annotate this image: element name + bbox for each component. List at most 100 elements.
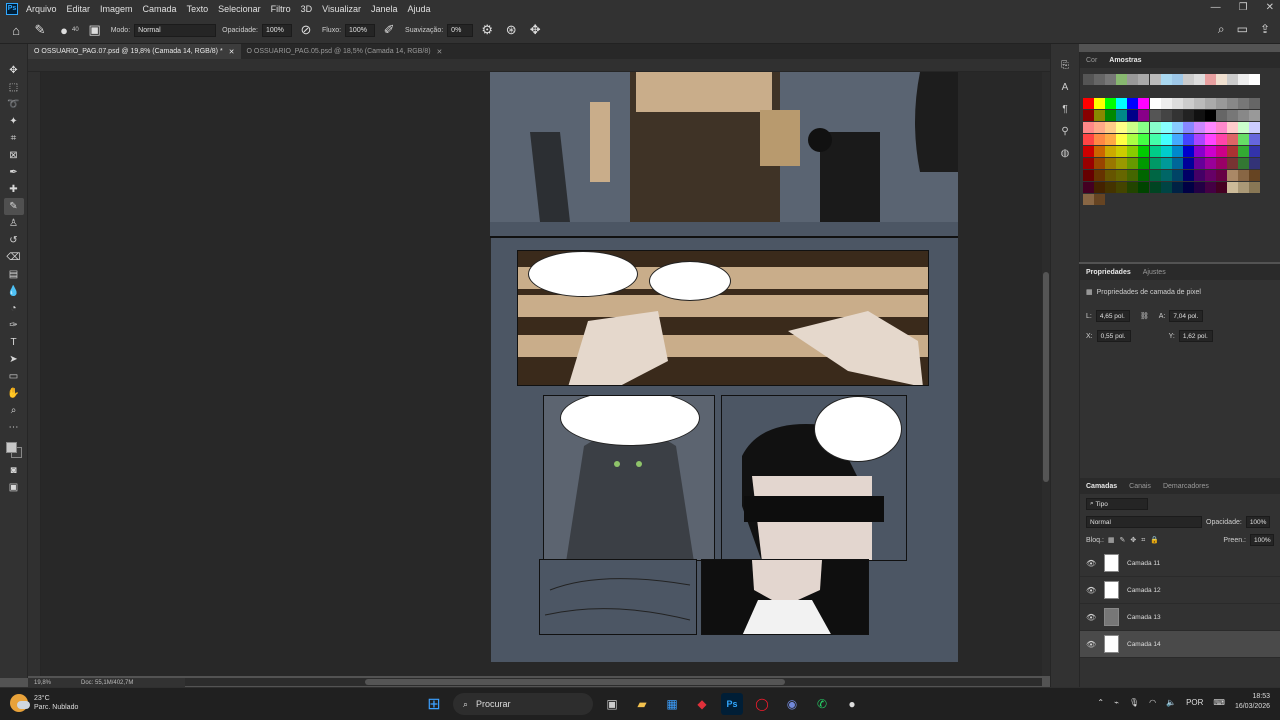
color-swatch[interactable] [1105, 74, 1117, 85]
color-swatch[interactable] [1182, 98, 1194, 109]
color-swatch[interactable] [1094, 182, 1106, 193]
eraser-tool-icon[interactable]: ⌫ [4, 249, 24, 266]
tab-pag07[interactable]: O OSSUARIO_PAG.07.psd @ 19,8% (Camada 14… [28, 44, 241, 59]
color-swatch[interactable] [1160, 74, 1172, 85]
brush-settings-icon[interactable]: ▣ [87, 22, 103, 38]
color-swatch[interactable] [1205, 182, 1217, 193]
hand-tool-icon[interactable]: ✋ [4, 385, 24, 402]
microphone-icon[interactable]: 🎙 [1129, 698, 1139, 707]
color-swatch[interactable] [1171, 74, 1183, 85]
search-icon[interactable]: ⌕ [1218, 22, 1225, 37]
color-swatch[interactable] [1171, 146, 1183, 157]
color-swatch[interactable] [1094, 74, 1106, 85]
color-swatch[interactable] [1216, 74, 1228, 85]
color-swatch[interactable] [1227, 74, 1239, 85]
windows-start-icon[interactable]: ⊞ [423, 693, 445, 715]
menu-editar[interactable]: Editar [67, 4, 91, 14]
quick-select-tool-icon[interactable]: ✦ [4, 113, 24, 130]
app-dark-icon[interactable]: ● [841, 693, 863, 715]
rectangle-tool-icon[interactable]: ▭ [4, 368, 24, 385]
color-swatch[interactable] [1238, 74, 1250, 85]
color-swatch[interactable] [1116, 110, 1128, 121]
color-swatch[interactable] [1205, 98, 1217, 109]
menu-camada[interactable]: Camada [143, 4, 177, 14]
color-swatch[interactable] [1171, 98, 1183, 109]
color-swatch[interactable] [1094, 134, 1106, 145]
color-swatch[interactable] [1127, 74, 1139, 85]
menu-texto[interactable]: Texto [187, 4, 209, 14]
color-swatch[interactable] [1193, 158, 1205, 169]
color-swatch[interactable] [1094, 98, 1106, 109]
color-swatch[interactable] [1171, 122, 1183, 133]
mode-select[interactable]: Normal [134, 23, 217, 37]
color-swatch[interactable] [1083, 122, 1094, 133]
color-swatch[interactable] [1227, 146, 1239, 157]
whatsapp-icon[interactable]: ✆ [811, 693, 833, 715]
smoothing-field[interactable]: 0% [447, 23, 474, 37]
color-swatch[interactable] [1138, 74, 1150, 85]
paragraph-icon[interactable]: ¶ [1058, 102, 1072, 116]
opacity-field[interactable]: 100% [261, 23, 292, 37]
store-icon[interactable]: ▦ [661, 693, 683, 715]
type-tool-icon[interactable]: T [4, 334, 24, 351]
color-swatch[interactable] [1138, 158, 1150, 169]
layer-row-selected[interactable]: 👁 Camada 14 [1080, 631, 1280, 658]
color-swatch[interactable] [1138, 98, 1150, 109]
color-swatch[interactable] [1160, 122, 1172, 133]
color-swatch[interactable] [1238, 182, 1250, 193]
color-swatch[interactable] [1160, 182, 1172, 193]
move-tool-icon[interactable]: ✥ [4, 62, 24, 79]
brush-preset-icon[interactable]: ● [56, 22, 72, 38]
color-swatch[interactable] [1227, 134, 1239, 145]
language-indicator[interactable]: POR [1186, 698, 1203, 707]
color-swatch[interactable] [1171, 110, 1183, 121]
brush-tool-icon[interactable]: ✎ [3, 198, 24, 215]
color-swatch[interactable] [1160, 170, 1172, 181]
layer-row[interactable]: 👁 Camada 11 [1080, 550, 1280, 577]
tab-amostras[interactable]: Amostras [1109, 57, 1141, 64]
link-icon[interactable]: ⛓ [1140, 312, 1149, 320]
color-swatch[interactable] [1182, 122, 1194, 133]
color-swatch[interactable] [1238, 98, 1250, 109]
color-swatch[interactable] [1149, 98, 1161, 109]
color-swatch[interactable] [1138, 110, 1150, 121]
color-swatch[interactable] [1182, 170, 1194, 181]
color-swatch[interactable] [1116, 134, 1128, 145]
color-swatch[interactable] [1094, 146, 1106, 157]
color-swatch[interactable] [1105, 146, 1117, 157]
foreground-color-swatch[interactable] [5, 442, 17, 453]
tab-demarcadores[interactable]: Demarcadores [1163, 483, 1209, 490]
close-icon[interactable]: ✕ [1266, 2, 1274, 13]
color-swatch[interactable] [1249, 182, 1261, 193]
color-swatch[interactable] [1160, 110, 1172, 121]
color-swatch[interactable] [1094, 170, 1106, 181]
color-swatch[interactable] [1138, 122, 1150, 133]
tab-pag05[interactable]: O OSSUARIO_PAG.05.psd @ 18,5% (Camada 14… [241, 44, 449, 59]
color-swatch[interactable] [1083, 74, 1094, 85]
color-swatch[interactable] [1227, 182, 1239, 193]
menu-ajuda[interactable]: Ajuda [408, 4, 431, 14]
layer-filter-select[interactable]: ⌕ Tipo [1086, 498, 1148, 510]
maximize-icon[interactable]: ❐ [1239, 2, 1248, 13]
menu-imagem[interactable]: Imagem [100, 4, 133, 14]
color-swatch[interactable] [1249, 98, 1261, 109]
pen-tool-icon[interactable]: ✑ [4, 317, 24, 334]
color-swatch[interactable] [1149, 122, 1161, 133]
color-swatch[interactable] [1193, 74, 1205, 85]
color-swatch[interactable] [1127, 98, 1139, 109]
menu-visualizar[interactable]: Visualizar [322, 4, 361, 14]
color-swatch[interactable] [1105, 158, 1117, 169]
color-swatch[interactable] [1238, 134, 1250, 145]
layer-row[interactable]: 👁 Camada 13 [1080, 604, 1280, 631]
color-swatch[interactable] [1149, 134, 1161, 145]
screen-mode-icon[interactable]: ▣ [4, 479, 24, 496]
close-tab-icon[interactable]: ✕ [437, 48, 443, 56]
color-swatch[interactable] [1182, 146, 1194, 157]
pressure-opacity-icon[interactable]: ⊘ [298, 22, 314, 38]
color-swatch[interactable] [1127, 134, 1139, 145]
color-swatch[interactable] [1138, 146, 1150, 157]
fill-field[interactable]: 100% [1250, 534, 1274, 546]
width-field[interactable]: 4,65 pol. [1095, 310, 1130, 322]
color-swatch[interactable] [1149, 170, 1161, 181]
workspace-icon[interactable]: ▭ [1237, 22, 1248, 37]
